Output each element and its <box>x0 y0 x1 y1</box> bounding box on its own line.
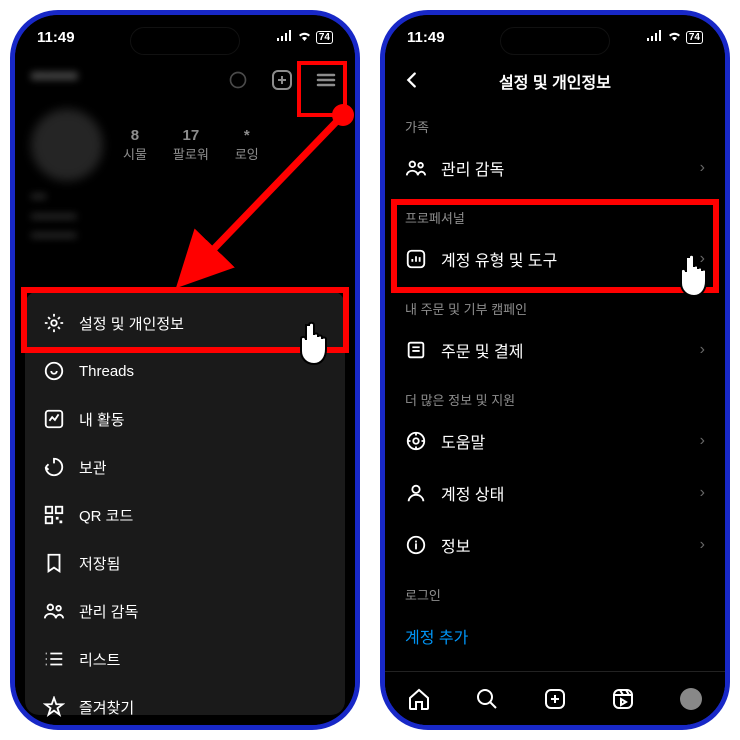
chevron-right-icon: › <box>700 484 705 502</box>
row-add-account[interactable]: 계정 추가 <box>385 610 725 662</box>
tab-create-icon[interactable] <box>543 687 567 711</box>
annotation-settings-box <box>21 287 349 353</box>
threads-icon <box>43 360 65 382</box>
sheet-item-archive[interactable]: 보관 <box>25 443 345 491</box>
avatar[interactable] <box>31 109 103 181</box>
sheet-item-label: Threads <box>79 363 134 380</box>
bottom-sheet-menu: 설정 및 개인정보 Threads 내 활동 보관 QR 코드 저장됨 <box>25 291 345 715</box>
bookmark-icon <box>43 552 65 574</box>
sheet-item-activity[interactable]: 내 활동 <box>25 395 345 443</box>
row-label: 관리 감독 <box>441 156 504 180</box>
supervision-icon <box>43 600 65 622</box>
row-about[interactable]: 정보 › <box>385 519 725 571</box>
tab-reels-icon[interactable] <box>611 687 635 711</box>
settings-scroll[interactable]: 가족 관리 감독 › 프로페셔널 계정 유형 및 도구 › 내 주문 및 기부 … <box>385 103 725 667</box>
username[interactable]: ****** <box>31 69 78 92</box>
row-logout[interactable]: 로그아웃 › <box>385 662 725 667</box>
row-label: 계정 상태 <box>441 481 504 505</box>
status-right: 74 <box>647 30 703 44</box>
sheet-item-label: QR 코드 <box>79 505 133 526</box>
wifi-icon <box>667 30 682 44</box>
settings-header: 설정 및 개인정보 <box>385 59 725 103</box>
notch <box>500 27 610 55</box>
sheet-item-favorites[interactable]: 즐겨찾기 <box>25 683 345 730</box>
section-family: 가족 <box>385 103 725 142</box>
sheet-item-label: 즐겨찾기 <box>79 697 134 718</box>
chevron-right-icon: › <box>700 432 705 450</box>
annotation-hamburger-box <box>297 61 347 117</box>
chevron-right-icon: › <box>700 159 705 177</box>
stat-followers[interactable]: 17 팔로워 <box>173 127 209 163</box>
sheet-item-label: 관리 감독 <box>79 601 138 622</box>
signal-icon <box>647 30 663 44</box>
battery-level: 74 <box>686 31 703 44</box>
chevron-right-icon: › <box>700 341 705 359</box>
signal-icon <box>277 30 293 44</box>
back-icon[interactable] <box>401 69 423 96</box>
activity-icon <box>43 408 65 430</box>
phone-left: 11:49 74 ****** <box>10 10 360 730</box>
star-icon <box>43 696 65 718</box>
info-icon <box>405 534 427 556</box>
page-title: 설정 및 개인정보 <box>499 69 611 93</box>
row-label: 도움말 <box>441 429 485 453</box>
sheet-item-label: 저장됨 <box>79 553 120 574</box>
status-time: 11:49 <box>37 29 75 46</box>
threads-badge-icon[interactable] <box>225 67 251 93</box>
row-label: 주문 및 결제 <box>441 338 524 362</box>
row-account-status[interactable]: 계정 상태 › <box>385 467 725 519</box>
archive-icon <box>43 456 65 478</box>
section-login: 로그인 <box>385 571 725 610</box>
sheet-item-label: 내 활동 <box>79 409 125 430</box>
sheet-item-threads[interactable]: Threads <box>25 347 345 395</box>
stat-following[interactable]: * 로잉 <box>235 127 259 163</box>
qr-icon <box>43 504 65 526</box>
list-icon <box>43 648 65 670</box>
supervision-icon <box>405 157 427 179</box>
profile-bio: *** ********* ********* <box>15 189 355 248</box>
orders-icon <box>405 339 427 361</box>
notch <box>130 27 240 55</box>
tab-profile-icon[interactable] <box>679 687 703 711</box>
status-time: 11:49 <box>407 29 445 46</box>
battery-level: 74 <box>316 31 333 44</box>
tab-search-icon[interactable] <box>475 687 499 711</box>
sheet-item-qr[interactable]: QR 코드 <box>25 491 345 539</box>
status-right: 74 <box>277 30 333 44</box>
row-supervision[interactable]: 관리 감독 › <box>385 142 725 194</box>
sheet-item-label: 리스트 <box>79 649 120 670</box>
annotation-professional-box <box>391 199 719 293</box>
row-help[interactable]: 도움말 › <box>385 415 725 467</box>
account-status-icon <box>405 482 427 504</box>
tab-home-icon[interactable] <box>407 687 431 711</box>
row-label: 계정 추가 <box>405 624 468 648</box>
section-support: 더 많은 정보 및 지원 <box>385 376 725 415</box>
sheet-item-list[interactable]: 리스트 <box>25 635 345 683</box>
help-icon <box>405 430 427 452</box>
tab-bar <box>385 671 725 725</box>
row-label: 정보 <box>441 533 470 557</box>
sheet-item-supervision[interactable]: 관리 감독 <box>25 587 345 635</box>
wifi-icon <box>297 30 312 44</box>
stat-posts[interactable]: 8 시물 <box>123 127 147 163</box>
create-icon[interactable] <box>269 67 295 93</box>
sheet-item-saved[interactable]: 저장됨 <box>25 539 345 587</box>
row-orders-payments[interactable]: 주문 및 결제 › <box>385 324 725 376</box>
phone-right: 11:49 74 설정 및 개인정보 가족 관리 감독 › 프로페셔널 <box>380 10 730 730</box>
chevron-right-icon: › <box>700 536 705 554</box>
sheet-item-label: 보관 <box>79 457 107 478</box>
